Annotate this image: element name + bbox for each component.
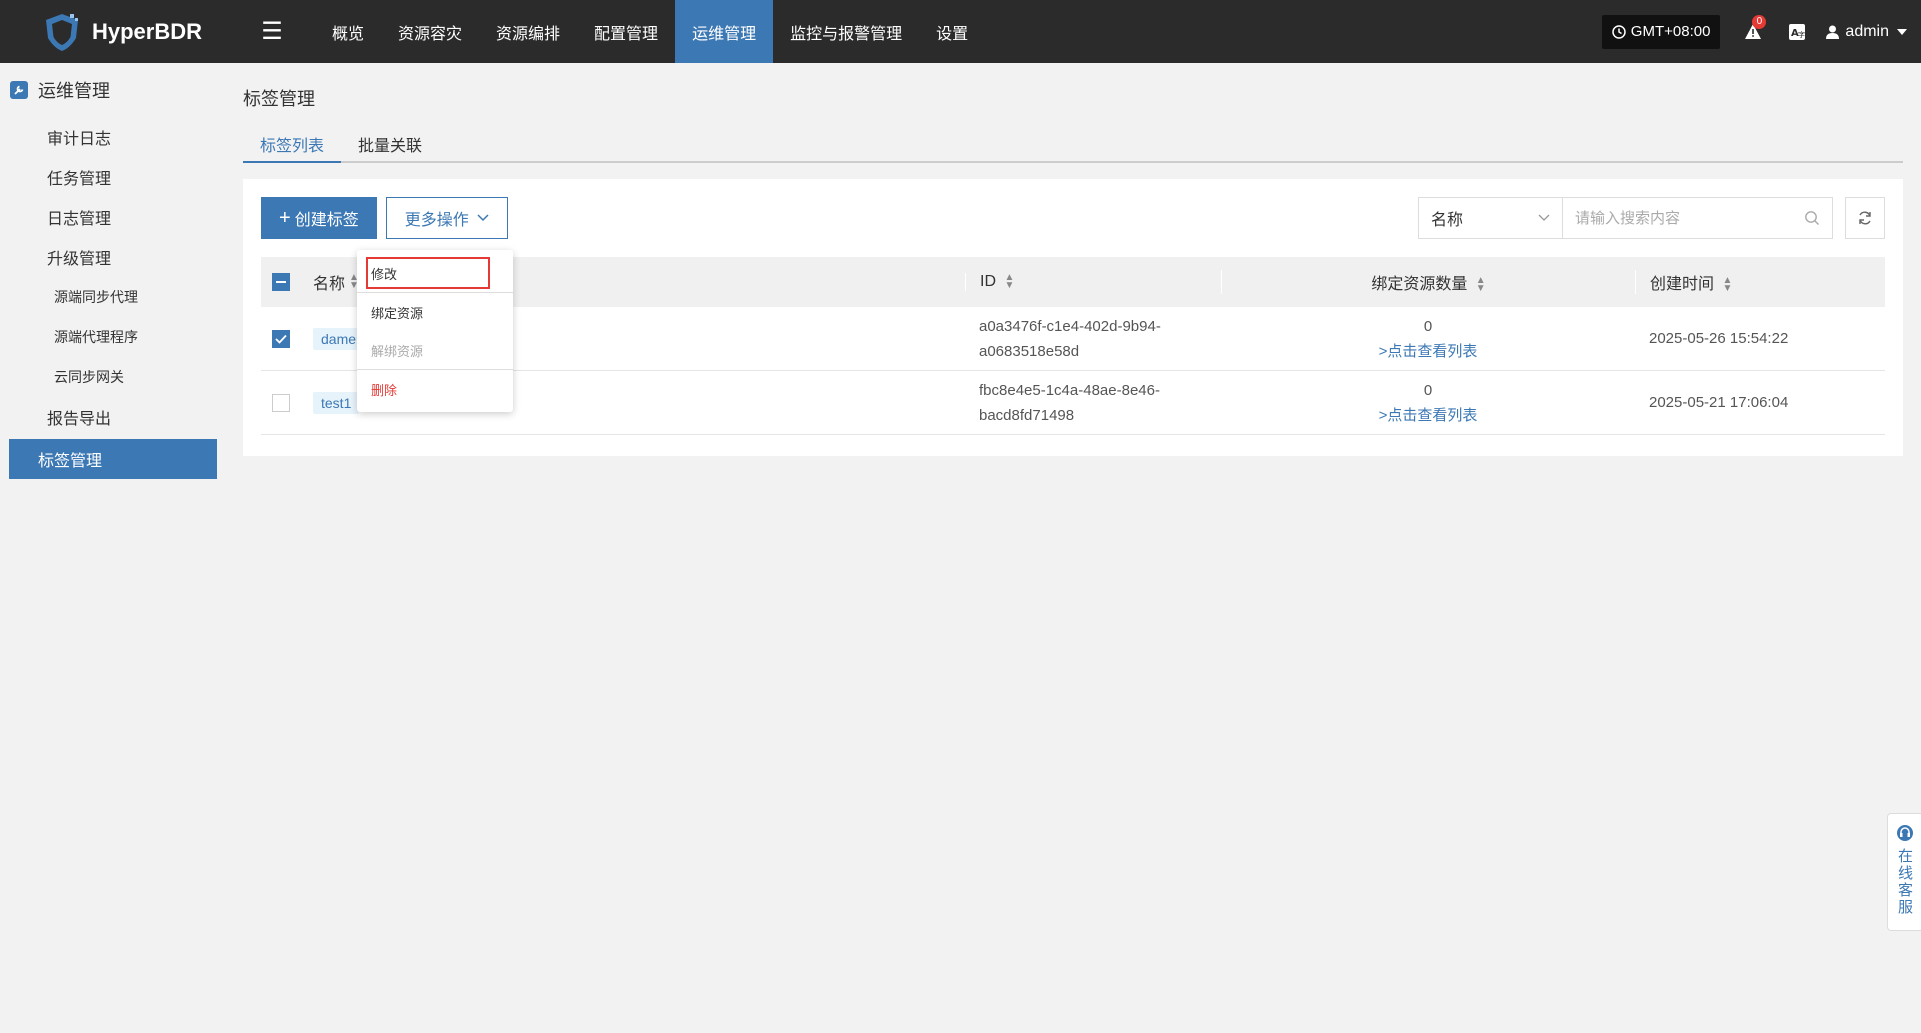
nav-config-management[interactable]: 配置管理 (577, 0, 675, 63)
menu-item-bind-resource[interactable]: 绑定资源 (357, 293, 513, 331)
search-group: 名称 (1418, 197, 1885, 239)
top-navbar: HyperBDR ☰ 概览 资源容灾 资源编排 配置管理 运维管理 监控与报警管… (0, 0, 1921, 63)
view-list-link[interactable]: >点击查看列表 (1221, 339, 1635, 364)
refresh-icon (1859, 211, 1871, 225)
menu-item-delete[interactable]: 删除 (357, 370, 513, 408)
shield-logo-icon (46, 13, 78, 51)
brand-logo[interactable]: HyperBDR (0, 0, 245, 63)
sidebar-item-cloud-sync-gateway[interactable]: 云同步网关 (0, 357, 226, 397)
sidebar-item-source-agent[interactable]: 源端代理程序 (0, 317, 226, 357)
sort-icon: ▲ ▼ (1722, 274, 1733, 294)
sidebar: 运维管理 审计日志 任务管理 日志管理 升级管理 源端同步代理 源端代理程序 云… (0, 63, 226, 1033)
alarm-button[interactable]: 0 (1744, 14, 1767, 41)
more-actions-button[interactable]: 更多操作 (385, 197, 508, 239)
nav-resource-orchestration[interactable]: 资源编排 (479, 0, 577, 63)
clock-icon (1612, 24, 1626, 39)
sort-icon: ▲ ▼ (1004, 271, 1015, 291)
user-menu[interactable]: admin (1826, 23, 1907, 41)
column-header-time-label: 创建时间 (1650, 276, 1715, 293)
chevron-down-icon (1538, 214, 1550, 221)
search-field-select[interactable]: 名称 (1418, 197, 1563, 239)
tab-bar: 标签列表 批量关联 (243, 127, 1903, 163)
timezone-display[interactable]: GMT+08:00 (1601, 14, 1721, 49)
created-time: 2025-05-26 15:54:22 (1649, 330, 1789, 347)
toolbar: + 创建标签 更多操作 名称 (261, 197, 1885, 239)
row-checkbox[interactable] (272, 393, 290, 412)
sidebar-item-task-management[interactable]: 任务管理 (9, 157, 217, 197)
search-icon[interactable] (1804, 210, 1820, 226)
column-header-count[interactable]: 绑定资源数量 ▲ ▼ (1221, 270, 1635, 294)
timezone-text: GMT+08:00 (1630, 23, 1711, 40)
search-box (1563, 197, 1833, 239)
sidebar-item-source-sync-proxy[interactable]: 源端同步代理 (0, 277, 226, 317)
more-actions-label: 更多操作 (404, 212, 469, 229)
column-header-id[interactable]: ID ▲ ▼ (965, 271, 1221, 291)
nav-overview[interactable]: 概览 (315, 0, 381, 63)
nav-operations[interactable]: 运维管理 (675, 0, 774, 63)
chevron-down-icon (477, 214, 489, 222)
column-header-time[interactable]: 创建时间 ▲ ▼ (1635, 270, 1885, 294)
headset-icon (1896, 825, 1913, 841)
view-list-link[interactable]: >点击查看列表 (1221, 403, 1635, 428)
check-icon (275, 334, 287, 344)
nav-monitoring[interactable]: 监控与报警管理 (773, 0, 919, 63)
column-header-id-label: ID (980, 273, 996, 290)
row-checkbox[interactable] (272, 329, 290, 348)
sidebar-section-label: 运维管理 (38, 81, 110, 101)
online-service-label: 在线客服 (1896, 848, 1913, 916)
sidebar-section-title: 运维管理 (0, 63, 226, 117)
tab-batch-association[interactable]: 批量关联 (341, 127, 439, 161)
translate-icon: A字 (1789, 23, 1806, 40)
brand-name: HyperBDR (92, 18, 203, 44)
sidebar-item-upgrade-management[interactable]: 升级管理 (9, 237, 217, 277)
tag-id-line2: bacd8fd71498 (979, 406, 1075, 424)
wrench-icon (10, 81, 28, 99)
alarm-count-badge: 0 (1752, 14, 1767, 29)
create-tag-label: 创建标签 (294, 212, 359, 229)
tag-id-line1: a0a3476f-c1e4-402d-9b94- (979, 317, 1161, 335)
main-nav: 概览 资源容灾 资源编排 配置管理 运维管理 监控与报警管理 设置 (315, 0, 985, 63)
caret-down-icon (1897, 28, 1907, 35)
tag-id-line2: a0683518e58d (979, 342, 1080, 360)
column-header-count-label: 绑定资源数量 (1371, 276, 1468, 293)
minus-icon (276, 281, 286, 283)
sidebar-item-report-export[interactable]: 报告导出 (9, 397, 217, 437)
sort-icon: ▲ ▼ (1475, 274, 1486, 294)
menu-item-unbind-resource[interactable]: 解绑资源 (357, 331, 513, 369)
create-tag-button[interactable]: + 创建标签 (261, 197, 377, 239)
more-actions-dropdown: 修改 绑定资源 解绑资源 删除 (357, 250, 513, 412)
svg-text:字: 字 (1798, 30, 1805, 39)
select-all-checkbox[interactable] (272, 273, 290, 291)
created-time: 2025-05-21 17:06:04 (1649, 394, 1789, 411)
tag-id-line1: fbc8e4e5-1c4a-48ae-8e46- (979, 381, 1160, 399)
username: admin (1845, 22, 1889, 40)
sidebar-item-audit-log[interactable]: 审计日志 (9, 117, 217, 157)
menu-item-edit[interactable]: 修改 (363, 254, 493, 292)
refresh-button[interactable] (1845, 197, 1885, 239)
page-title: 标签管理 (243, 89, 315, 109)
search-input[interactable] (1575, 209, 1804, 227)
bound-resource-count: 0 (1423, 317, 1433, 335)
bound-resource-count: 0 (1423, 381, 1433, 399)
user-icon (1826, 25, 1840, 39)
nav-resource-dr[interactable]: 资源容灾 (381, 0, 479, 63)
online-service-button[interactable]: 在线客服 (1887, 813, 1921, 931)
column-header-name-label: 名称 (313, 276, 346, 293)
search-field-value: 名称 (1431, 212, 1464, 229)
tab-tag-list[interactable]: 标签列表 (243, 127, 342, 163)
menu-toggle-icon[interactable]: ☰ (245, 0, 299, 63)
tag-name[interactable]: test1 (313, 391, 360, 414)
language-switch[interactable]: A字 (1788, 23, 1806, 41)
sidebar-item-log-management[interactable]: 日志管理 (9, 197, 217, 237)
plus-icon: + (279, 206, 291, 229)
nav-settings[interactable]: 设置 (919, 0, 985, 63)
sidebar-item-tag-management[interactable]: 标签管理 (9, 439, 217, 479)
